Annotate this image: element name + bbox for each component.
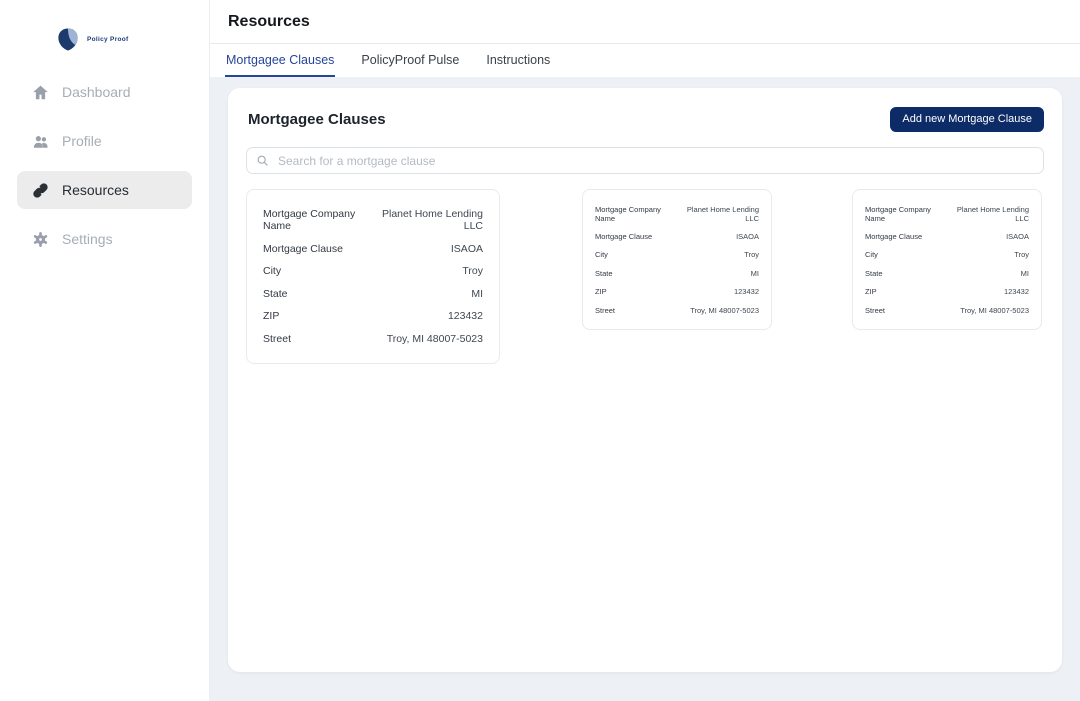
mortgagee-clauses-panel: Mortgagee Clauses Add new Mortgage Claus… (228, 88, 1062, 672)
card-row: State MI (865, 264, 1029, 282)
field-value: Troy (744, 250, 759, 259)
brand-logo[interactable]: Policy Proof (57, 27, 129, 52)
field-label: Mortgage Clause (865, 232, 922, 241)
app-window: Policy Proof Dashboard (0, 0, 1080, 701)
field-label: State (865, 269, 883, 278)
panel-title: Mortgagee Clauses (248, 111, 386, 128)
sidebar-item-resources[interactable]: Resources (17, 171, 192, 209)
card-row: City Troy (263, 260, 483, 283)
field-value: MI (1021, 269, 1029, 278)
field-value: Planet Home Lending LLC (373, 208, 483, 232)
field-label: Mortgage Company Name (595, 205, 677, 223)
tab-policyproof-pulse[interactable]: PolicyProof Pulse (360, 44, 460, 77)
tab-bar: Mortgagee Clauses PolicyProof Pulse Inst… (210, 44, 1080, 77)
field-label: Street (595, 306, 615, 315)
field-label: City (263, 265, 281, 277)
field-value: Troy, MI 48007-5023 (387, 333, 483, 345)
card-row: State MI (595, 264, 759, 282)
field-value: ISAOA (736, 232, 759, 241)
mortgage-clause-cards: Mortgage Company Name Planet Home Lendin… (246, 189, 1044, 364)
main-area: Resources Mortgagee Clauses PolicyProof … (210, 0, 1080, 701)
field-label: Mortgage Clause (263, 243, 343, 255)
field-label: ZIP (595, 287, 607, 296)
field-value: ISAOA (1006, 232, 1029, 241)
card-row: Mortgage Clause ISAOA (595, 227, 759, 245)
card-row: Street Troy, MI 48007-5023 (263, 328, 483, 351)
tab-mortgagee-clauses[interactable]: Mortgagee Clauses (225, 44, 335, 77)
field-label: Street (865, 306, 885, 315)
sidebar-item-dashboard[interactable]: Dashboard (17, 73, 192, 111)
panel-header: Mortgagee Clauses Add new Mortgage Claus… (246, 88, 1044, 132)
field-value: Troy (462, 265, 483, 277)
field-value: ISAOA (451, 243, 483, 255)
content-area: Mortgagee Clauses Add new Mortgage Claus… (210, 77, 1080, 701)
sidebar-item-label: Settings (62, 231, 113, 247)
link-icon (32, 182, 49, 199)
field-value: MI (751, 269, 759, 278)
tab-instructions[interactable]: Instructions (485, 44, 551, 77)
mortgage-clause-card: Mortgage Company Name Planet Home Lendin… (852, 189, 1042, 330)
shield-logo-icon (57, 27, 79, 52)
card-row: ZIP 123432 (865, 283, 1029, 301)
card-row: City Troy (865, 246, 1029, 264)
card-row: Mortgage Company Name Planet Home Lendin… (263, 203, 483, 238)
sidebar-item-label: Profile (62, 133, 102, 149)
card-row: Mortgage Company Name Planet Home Lendin… (865, 200, 1029, 227)
users-icon (32, 133, 49, 150)
mortgage-clause-card: Mortgage Company Name Planet Home Lendin… (582, 189, 772, 330)
field-label: City (595, 250, 608, 259)
field-label: City (865, 250, 878, 259)
card-row: Street Troy, MI 48007-5023 (865, 301, 1029, 319)
card-row: Mortgage Clause ISAOA (865, 227, 1029, 245)
card-row: Street Troy, MI 48007-5023 (595, 301, 759, 319)
card-row: ZIP 123432 (595, 283, 759, 301)
add-mortgage-clause-button[interactable]: Add new Mortgage Clause (890, 107, 1044, 132)
home-icon (32, 84, 49, 101)
field-value: 123432 (448, 310, 483, 322)
field-value: MI (471, 288, 483, 300)
field-value: Troy, MI 48007-5023 (960, 306, 1029, 315)
field-label: State (595, 269, 613, 278)
sidebar-item-settings[interactable]: Settings (17, 220, 192, 258)
card-row: ZIP 123432 (263, 305, 483, 328)
field-value: Troy, MI 48007-5023 (690, 306, 759, 315)
field-value: Troy (1014, 250, 1029, 259)
field-label: ZIP (865, 287, 877, 296)
search-input[interactable] (276, 153, 1034, 169)
topbar: Resources (210, 0, 1080, 44)
field-value: 123432 (1004, 287, 1029, 296)
field-label: Mortgage Clause (595, 232, 652, 241)
sidebar-item-label: Resources (62, 182, 129, 198)
search-box (246, 147, 1044, 174)
field-label: Mortgage Company Name (865, 205, 947, 223)
gear-icon (32, 231, 49, 248)
page-title: Resources (228, 13, 310, 31)
sidebar-nav: Dashboard Profile (17, 73, 192, 269)
field-value: Planet Home Lending LLC (947, 205, 1029, 223)
sidebar-item-profile[interactable]: Profile (17, 122, 192, 160)
field-value: 123432 (734, 287, 759, 296)
sidebar-item-label: Dashboard (62, 84, 131, 100)
brand-name: Policy Proof (87, 36, 129, 43)
search-icon (256, 154, 269, 167)
field-value: Planet Home Lending LLC (677, 205, 759, 223)
card-row: City Troy (595, 246, 759, 264)
mortgage-clause-card: Mortgage Company Name Planet Home Lendin… (246, 189, 500, 364)
sidebar: Policy Proof Dashboard (0, 0, 210, 701)
field-label: Street (263, 333, 291, 345)
card-row: Mortgage Company Name Planet Home Lendin… (595, 200, 759, 227)
field-label: ZIP (263, 310, 279, 322)
card-row: State MI (263, 283, 483, 306)
field-label: Mortgage Company Name (263, 208, 373, 232)
card-row: Mortgage Clause ISAOA (263, 238, 483, 261)
field-label: State (263, 288, 288, 300)
